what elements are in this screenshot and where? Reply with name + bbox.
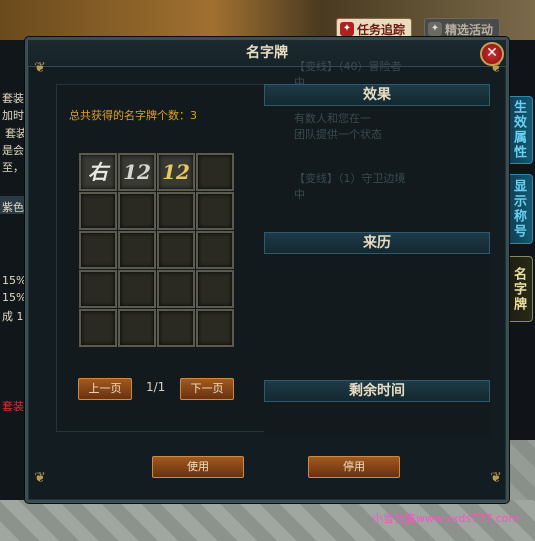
total-count-label: 总共获得的名字牌个数：3 <box>69 109 197 122</box>
name-plate-card: 右 <box>88 160 108 184</box>
background-quest-text: 有数人和您在一 <box>294 112 371 125</box>
ornament-corner-icon: ❦ <box>34 470 46 486</box>
remaining-time-header: 剩余时间 <box>264 380 490 402</box>
name-plate-slot[interactable] <box>157 192 195 230</box>
ornament-corner-icon: ❦ <box>490 470 502 486</box>
name-plate-slot[interactable] <box>196 270 234 308</box>
name-plate-slot[interactable] <box>79 270 117 308</box>
page-indicator: 1/1 <box>146 380 166 394</box>
name-plate-card: 12 <box>123 160 151 184</box>
name-plate-slot[interactable] <box>118 270 156 308</box>
background-quest-text: 【变线】（40）冒险者 <box>294 60 402 73</box>
name-plate-slot[interactable] <box>196 231 234 269</box>
name-plate-slot[interactable] <box>118 309 156 347</box>
dialog-title: 名字牌 <box>28 40 506 67</box>
close-button[interactable]: ✕ <box>480 42 504 66</box>
name-plate-dialog: 名字牌 ❦ ❦ ❦ ❦ ✕ 总共获得的名字牌个数：3 右 12 12 上一页 1… <box>25 37 509 503</box>
name-plate-slot[interactable]: 右 <box>79 153 117 191</box>
name-plate-slot[interactable] <box>196 153 234 191</box>
close-icon: ✕ <box>486 45 498 61</box>
name-plate-slot[interactable] <box>157 270 195 308</box>
name-plate-slot[interactable] <box>79 309 117 347</box>
left-stat: 15% <box>2 291 27 304</box>
ornament-corner-icon: ❦ <box>34 60 46 76</box>
name-plate-slot[interactable] <box>157 309 195 347</box>
task-track-label: 任务追踪 <box>357 23 406 37</box>
task-icon: ✦ <box>340 22 354 36</box>
tab-label: 生效属性 <box>511 100 526 160</box>
name-plate-slot[interactable]: 12 <box>118 153 156 191</box>
name-plate-slot[interactable]: 12 <box>157 153 195 191</box>
background-quest-text: 中 <box>294 188 305 201</box>
background-quest-text: 【变线】（1）守卫边境 <box>294 172 406 185</box>
name-plate-slot[interactable] <box>196 309 234 347</box>
left-stat: 15% <box>2 274 27 287</box>
name-plate-slot[interactable] <box>196 192 234 230</box>
background-quest-text: 团队提供一个状态 <box>294 128 382 141</box>
name-plate-slot[interactable] <box>79 192 117 230</box>
name-plate-slot[interactable] <box>79 231 117 269</box>
next-page-button[interactable]: 下一页 <box>180 378 234 400</box>
activity-label: 精选活动 <box>445 23 494 37</box>
name-plate-slot[interactable] <box>118 231 156 269</box>
name-plate-slot[interactable] <box>118 192 156 230</box>
origin-header: 来历 <box>264 232 490 254</box>
name-plate-details: 【变线】（40）冒险者 中 效果 有数人和您在一 团队提供一个状态 【变线】（1… <box>264 60 490 436</box>
effect-header: 效果 <box>264 84 490 106</box>
name-plate-slot[interactable] <box>157 231 195 269</box>
stop-button[interactable]: 停用 <box>308 456 400 478</box>
name-plate-card: 12 <box>162 160 190 184</box>
activity-icon: ✦ <box>428 22 442 36</box>
tab-label: 名字牌 <box>511 266 526 312</box>
use-button[interactable]: 使用 <box>152 456 244 478</box>
tab-label: 显示称号 <box>511 179 526 239</box>
prev-page-button[interactable]: 上一页 <box>78 378 132 400</box>
watermark-text: 小雪代售www.xxds777.com <box>372 512 520 525</box>
